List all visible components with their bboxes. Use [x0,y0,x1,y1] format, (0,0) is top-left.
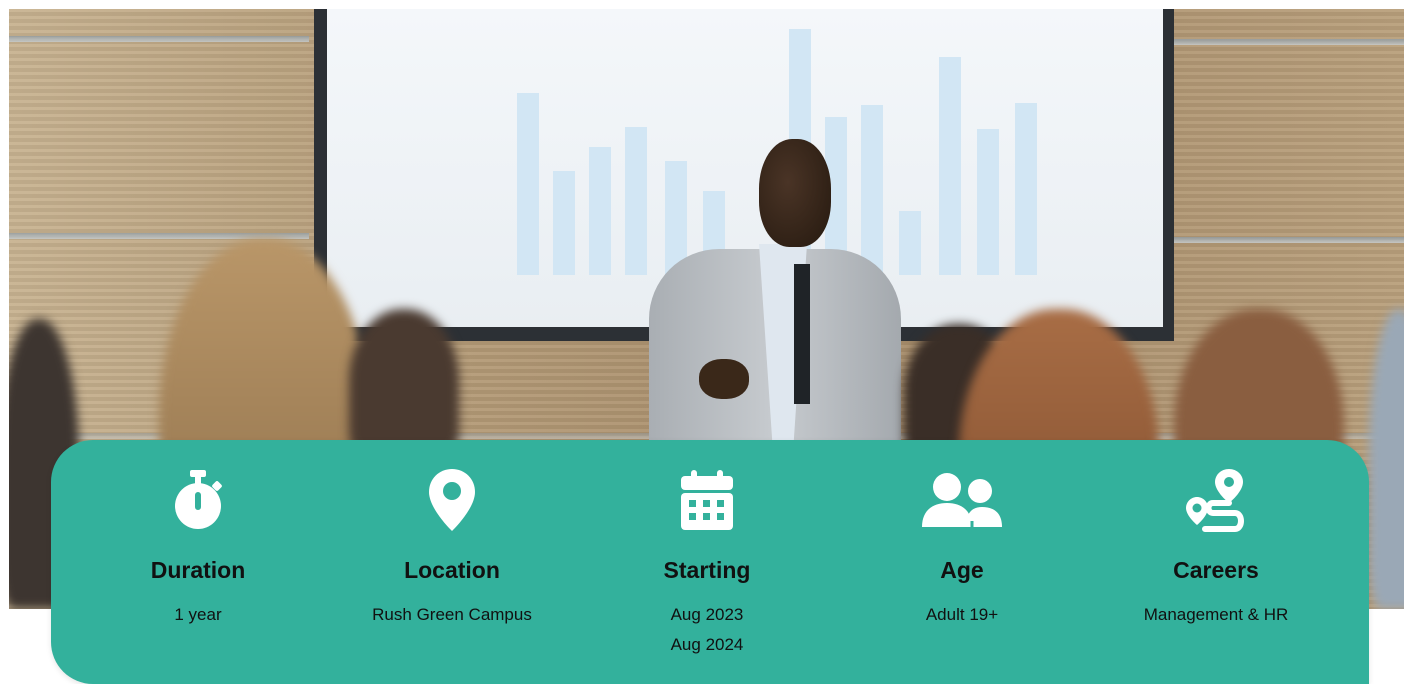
stopwatch-icon [71,468,325,532]
info-item-age: Age Adult 19+ [835,440,1089,684]
info-value: Aug 2023 Aug 2024 [580,600,834,660]
info-title: Age [940,557,984,583]
info-value-line: Aug 2024 [670,635,744,654]
route-icon [1089,468,1343,532]
info-title: Duration [150,557,246,583]
info-value-line: 1 year [174,605,222,624]
course-info-page: Duration 1 year Location Rush Green Camp… [0,0,1404,684]
info-value: Management & HR [1089,600,1343,630]
info-item-location: Location Rush Green Campus [325,440,579,684]
speaker-hand [699,359,749,399]
info-value: Rush Green Campus [325,600,579,630]
calendar-icon [580,468,834,532]
speaker-head [759,139,831,247]
info-item-duration: Duration 1 year [71,440,325,684]
info-value-line: Rush Green Campus [372,605,532,624]
info-title: Careers [1173,557,1259,583]
info-title: Starting [663,557,751,583]
course-info-panel: Duration 1 year Location Rush Green Camp… [51,440,1369,684]
info-value: 1 year [71,600,325,630]
info-value-line: Aug 2023 [670,605,744,624]
info-value: Adult 19+ [835,600,1089,630]
info-value-line: Management & HR [1143,605,1289,624]
users-icon [835,468,1089,532]
map-pin-icon [325,468,579,532]
speaker-tie [794,264,810,404]
info-value-line: Adult 19+ [925,605,999,624]
info-item-careers: Careers Management & HR [1089,440,1343,684]
info-item-starting: Starting Aug 2023 Aug 2024 [580,440,834,684]
info-title: Location [404,557,500,583]
